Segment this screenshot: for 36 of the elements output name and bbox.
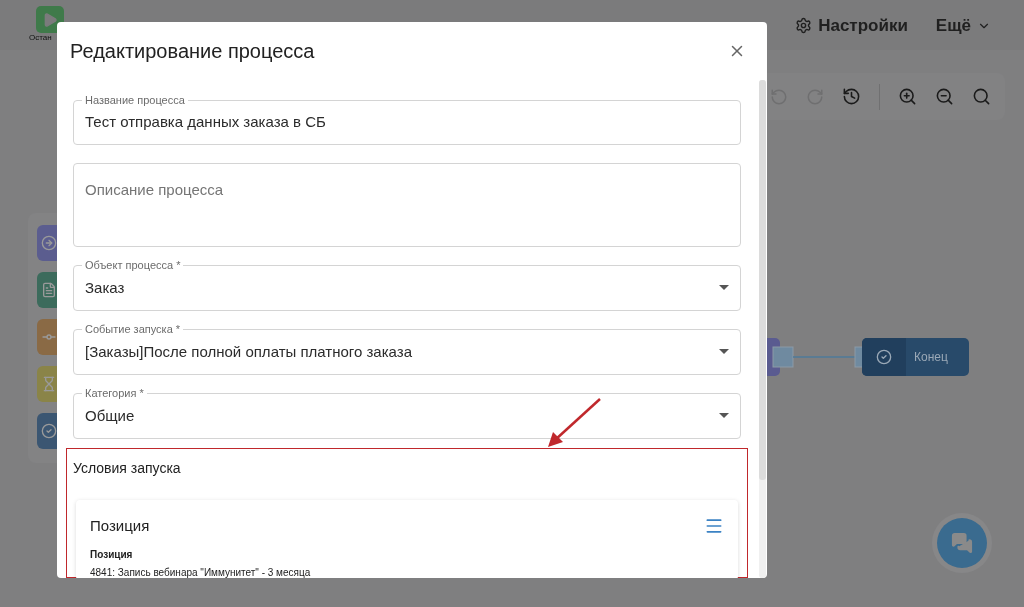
block-icon: [41, 235, 57, 251]
field-value: [Заказы]После полной оплаты платного заказа: [85, 341, 413, 362]
block-icon: [41, 282, 57, 298]
chat-icon: [951, 532, 973, 554]
field-label: Событие запуска *: [82, 321, 184, 336]
more-button[interactable]: Ещё: [935, 13, 991, 39]
dialog-title: Редактирование процесса: [70, 39, 316, 64]
zoom-in-icon[interactable]: [898, 87, 917, 106]
dropdown-caret-icon: [719, 285, 729, 291]
end-node[interactable]: Конец: [862, 338, 969, 376]
run-label: Остан: [29, 33, 52, 43]
run-button[interactable]: [36, 6, 64, 33]
play-icon: [42, 11, 58, 28]
condition-value: 4841: Запись вебинара "Иммунитет" - 3 месяца: [90, 565, 312, 578]
history-icon[interactable]: [842, 87, 861, 106]
field-value: Общие: [85, 405, 136, 426]
field-value: Тест отправка данных заказа в СБ: [85, 112, 326, 133]
block-icon: [41, 423, 57, 439]
node-label: Конец: [913, 349, 949, 366]
field-label: Название процесса: [82, 93, 188, 107]
search-icon[interactable]: [972, 87, 991, 106]
settings-icon: [795, 17, 813, 35]
scrollbar-thumb[interactable]: [759, 80, 766, 480]
block-icon: [41, 376, 57, 392]
field-label: Объект процесса *: [82, 257, 184, 272]
settings-button[interactable]: Настройки: [795, 13, 908, 39]
field-placeholder: Описание процесса: [85, 181, 224, 199]
condition-label: Позиция: [90, 547, 134, 562]
textarea-field[interactable]: Описание процесса: [73, 163, 741, 247]
dropdown-caret-icon: [719, 413, 729, 419]
dropdown-caret-icon: [719, 349, 729, 355]
card-title: Позиция: [90, 516, 151, 536]
section-title: Условия запуска: [73, 459, 182, 478]
check-circle-icon: [876, 349, 892, 365]
field-value: Заказ: [85, 277, 126, 298]
zoom-out-icon[interactable]: [935, 87, 954, 106]
